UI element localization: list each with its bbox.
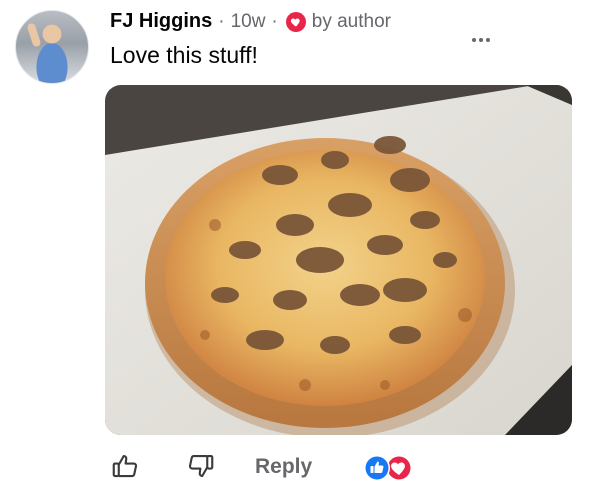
comment-text: Love this stuff! [110,42,258,68]
dislike-button[interactable] [184,453,218,483]
more-dot [486,38,490,42]
more-dot [472,38,476,42]
comment-header: FJ Higgins · 10w · by author [110,10,391,33]
pizza-photo-illustration [105,85,572,435]
author-name[interactable]: FJ Higgins [110,10,212,33]
heart-badge-icon [285,11,306,32]
separator-dot: · [271,10,278,32]
comment-photo[interactable] [105,85,572,435]
comment-actions-bar: Reply [0,445,599,490]
thumbs-down-outline-icon [186,451,216,486]
separator-dot: · [218,10,225,32]
more-dot [479,38,483,42]
more-options-button[interactable] [467,28,495,52]
avatar-arm [26,22,42,48]
author-badge-label: by author [311,10,391,32]
reactions-summary[interactable] [359,453,417,483]
like-reaction-icon [364,455,390,481]
like-button[interactable] [108,453,142,483]
thumbs-up-outline-icon [110,451,140,486]
comment-time[interactable]: 10w [231,11,266,33]
comment-avatar[interactable] [15,10,89,84]
reply-button[interactable]: Reply [255,455,312,479]
